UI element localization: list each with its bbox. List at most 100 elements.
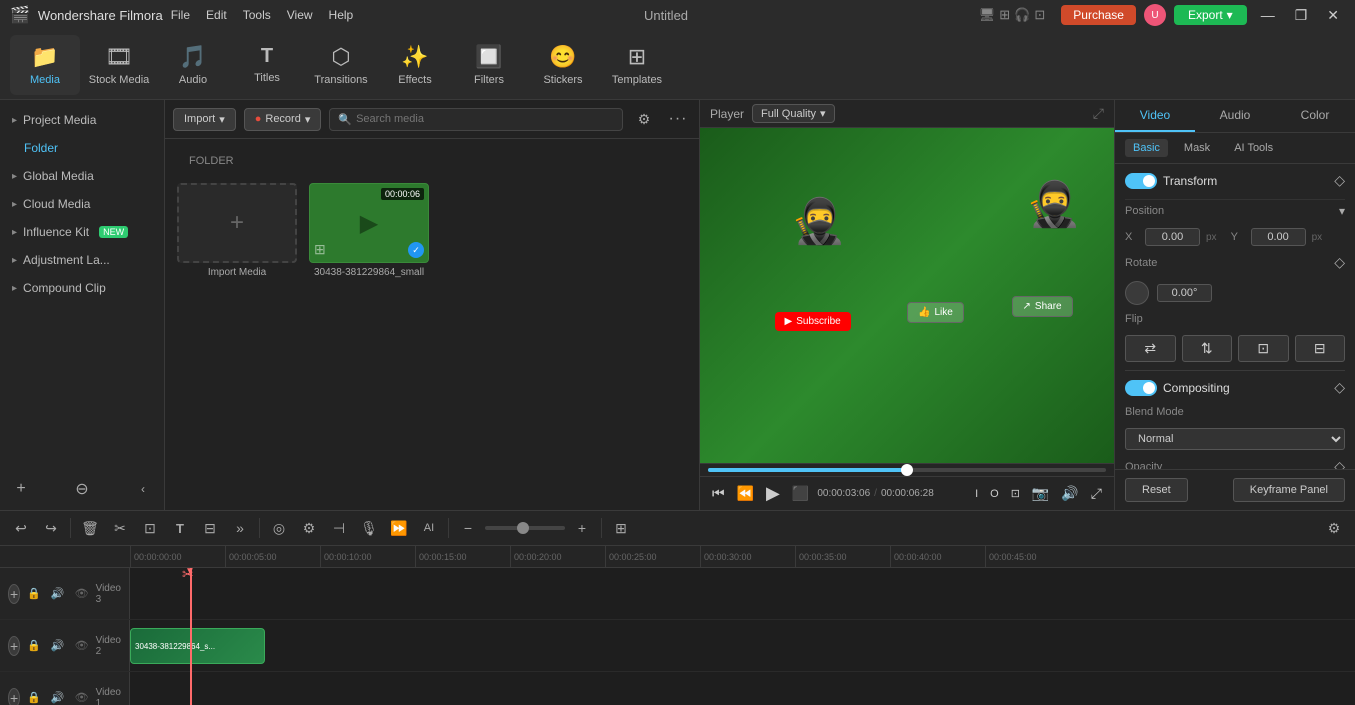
menu-help[interactable]: Help	[329, 8, 354, 22]
clip-settings-button[interactable]: ⊡	[1007, 483, 1024, 504]
snapshot-button[interactable]: 📷	[1028, 483, 1053, 504]
tab-audio[interactable]: Audio	[1195, 100, 1275, 132]
zoom-in-button[interactable]: +	[569, 515, 595, 541]
track-video2-body[interactable]: 30438-381229864_s...	[130, 620, 1355, 671]
menu-file[interactable]: File	[171, 8, 190, 22]
x-input[interactable]	[1145, 228, 1200, 246]
fullscreen-button[interactable]: ⤢	[1087, 483, 1106, 504]
stop-button[interactable]: ⬛	[788, 483, 813, 504]
sidebar-item-global-media[interactable]: ▸ Global Media	[0, 162, 164, 190]
menu-tools[interactable]: Tools	[243, 8, 271, 22]
flip-horizontal-button[interactable]: ⇄	[1125, 335, 1176, 362]
more-button[interactable]: »	[227, 515, 253, 541]
filter-icon[interactable]: ⚙	[631, 106, 657, 132]
settings-button[interactable]: ⚙	[296, 515, 322, 541]
more-options-icon[interactable]: ···	[665, 106, 691, 132]
cut-button[interactable]: ✂	[107, 515, 133, 541]
track-video2-add-button[interactable]: +	[8, 636, 20, 656]
track-video2-audio-button[interactable]: 🔊	[48, 638, 68, 653]
export-button[interactable]: Export ▾	[1174, 5, 1247, 25]
user-avatar[interactable]: U	[1144, 4, 1166, 26]
y-input[interactable]	[1251, 228, 1306, 246]
preview-expand-icon[interactable]: ⤢	[1093, 105, 1104, 122]
import-media-item[interactable]: + Import Media	[177, 183, 297, 278]
icon-monitor[interactable]: 🖥	[979, 7, 996, 23]
track-video3-body[interactable]: ✂	[130, 568, 1355, 619]
toolbar-media[interactable]: 📁 Media	[10, 35, 80, 95]
reset-button[interactable]: Reset	[1125, 478, 1188, 502]
prev-frame-button[interactable]: ⏮	[708, 483, 729, 504]
voice-button[interactable]: 🎙	[356, 515, 382, 541]
purchase-button[interactable]: Purchase	[1061, 5, 1136, 25]
track-video3-lock-button[interactable]: 🔒	[24, 586, 44, 601]
remove-folder-button[interactable]: ⊖	[69, 476, 95, 502]
skip-back-button[interactable]: ⏪	[733, 483, 758, 504]
grid-button[interactable]: ⊞	[608, 515, 634, 541]
search-input[interactable]	[356, 113, 614, 125]
compositing-toggle[interactable]	[1125, 380, 1157, 396]
rotate-keyframe-button[interactable]: ◇	[1334, 254, 1345, 271]
zoom-out-button[interactable]: −	[455, 515, 481, 541]
record-button[interactable]: ● Record ▾	[244, 108, 322, 131]
sidebar-item-folder[interactable]: Folder	[0, 134, 164, 162]
tab-color[interactable]: Color	[1275, 100, 1355, 132]
import-button[interactable]: Import ▾	[173, 108, 236, 131]
track-video3-add-button[interactable]: +	[8, 584, 20, 604]
icon-share2[interactable]: ⊞	[999, 7, 1010, 23]
split-button[interactable]: ⊟	[197, 515, 223, 541]
opacity-keyframe-button[interactable]: ◇	[1334, 458, 1345, 469]
window-close-button[interactable]: ✕	[1321, 5, 1345, 26]
add-folder-button[interactable]: +	[8, 476, 34, 502]
tab-video[interactable]: Video	[1115, 100, 1195, 132]
flip-v2-button[interactable]: ⊟	[1295, 335, 1346, 362]
preview-progress-bar[interactable]	[708, 468, 1106, 472]
track-video3-audio-button[interactable]: 🔊	[48, 586, 68, 601]
undo-button[interactable]: ↩	[8, 515, 34, 541]
rotate-dial[interactable]	[1125, 281, 1149, 305]
icon-headphone[interactable]: 🎧	[1014, 7, 1030, 23]
ai-button[interactable]: AI	[416, 515, 442, 541]
play-button[interactable]: ▶	[762, 481, 784, 506]
sidebar-item-influence-kit[interactable]: ▸ Influence Kit NEW	[0, 218, 164, 246]
media-clip-item[interactable]: 00:00:06 ▶ ✓ ⊞ 30438-381229864_small	[309, 183, 429, 278]
toolbar-templates[interactable]: ⊞ Templates	[602, 35, 672, 95]
toolbar-audio[interactable]: 🎵 Audio	[158, 35, 228, 95]
track-video1-lock-button[interactable]: 🔒	[24, 690, 44, 705]
crop-button[interactable]: ⊡	[137, 515, 163, 541]
text-button[interactable]: T	[167, 515, 193, 541]
transform-toggle[interactable]	[1125, 173, 1157, 189]
flip-vertical-button[interactable]: ⇅	[1182, 335, 1233, 362]
subtab-basic[interactable]: Basic	[1125, 139, 1168, 157]
toolbar-titles[interactable]: T Titles	[232, 35, 302, 95]
volume-button[interactable]: 🔊	[1057, 483, 1082, 504]
track-video3-eye-button[interactable]: 👁	[72, 586, 92, 601]
mark-out-button[interactable]: O	[986, 483, 1003, 504]
sidebar-item-adjustment[interactable]: ▸ Adjustment La...	[0, 246, 164, 274]
rotate-input[interactable]	[1157, 284, 1212, 302]
track-video2-eye-button[interactable]: 👁	[72, 638, 92, 653]
menu-view[interactable]: View	[287, 8, 313, 22]
stabilize-button[interactable]: ◎	[266, 515, 292, 541]
sidebar-item-project-media[interactable]: ▸ Project Media	[0, 106, 164, 134]
flip-h2-button[interactable]: ⊡	[1238, 335, 1289, 362]
subtab-mask[interactable]: Mask	[1176, 139, 1218, 157]
compositing-keyframe-button[interactable]: ◇	[1334, 379, 1345, 396]
quality-selector[interactable]: Full Quality ▾	[752, 104, 835, 123]
speed-button[interactable]: ⏩	[386, 515, 412, 541]
track-video2-lock-button[interactable]: 🔒	[24, 638, 44, 653]
blend-mode-select[interactable]: Normal	[1125, 428, 1345, 450]
video2-clip[interactable]: 30438-381229864_s...	[130, 628, 265, 664]
transform-keyframe-button[interactable]: ◇	[1334, 172, 1345, 189]
window-maximize-button[interactable]: ❐	[1289, 5, 1314, 26]
keyframe-panel-button[interactable]: Keyframe Panel	[1233, 478, 1345, 502]
subtab-ai-tools[interactable]: AI Tools	[1226, 139, 1281, 157]
zoom-slider[interactable]	[485, 526, 565, 530]
toolbar-stickers[interactable]: 😊 Stickers	[528, 35, 598, 95]
toolbar-transitions[interactable]: ⬡ Transitions	[306, 35, 376, 95]
collapse-panel-button[interactable]: ‹	[130, 476, 156, 502]
trim-button[interactable]: ⊣	[326, 515, 352, 541]
settings2-button[interactable]: ⚙	[1321, 515, 1347, 541]
track-video1-audio-button[interactable]: 🔊	[48, 690, 68, 705]
menu-edit[interactable]: Edit	[206, 8, 227, 22]
position-expand-button[interactable]: ▾	[1339, 204, 1345, 218]
